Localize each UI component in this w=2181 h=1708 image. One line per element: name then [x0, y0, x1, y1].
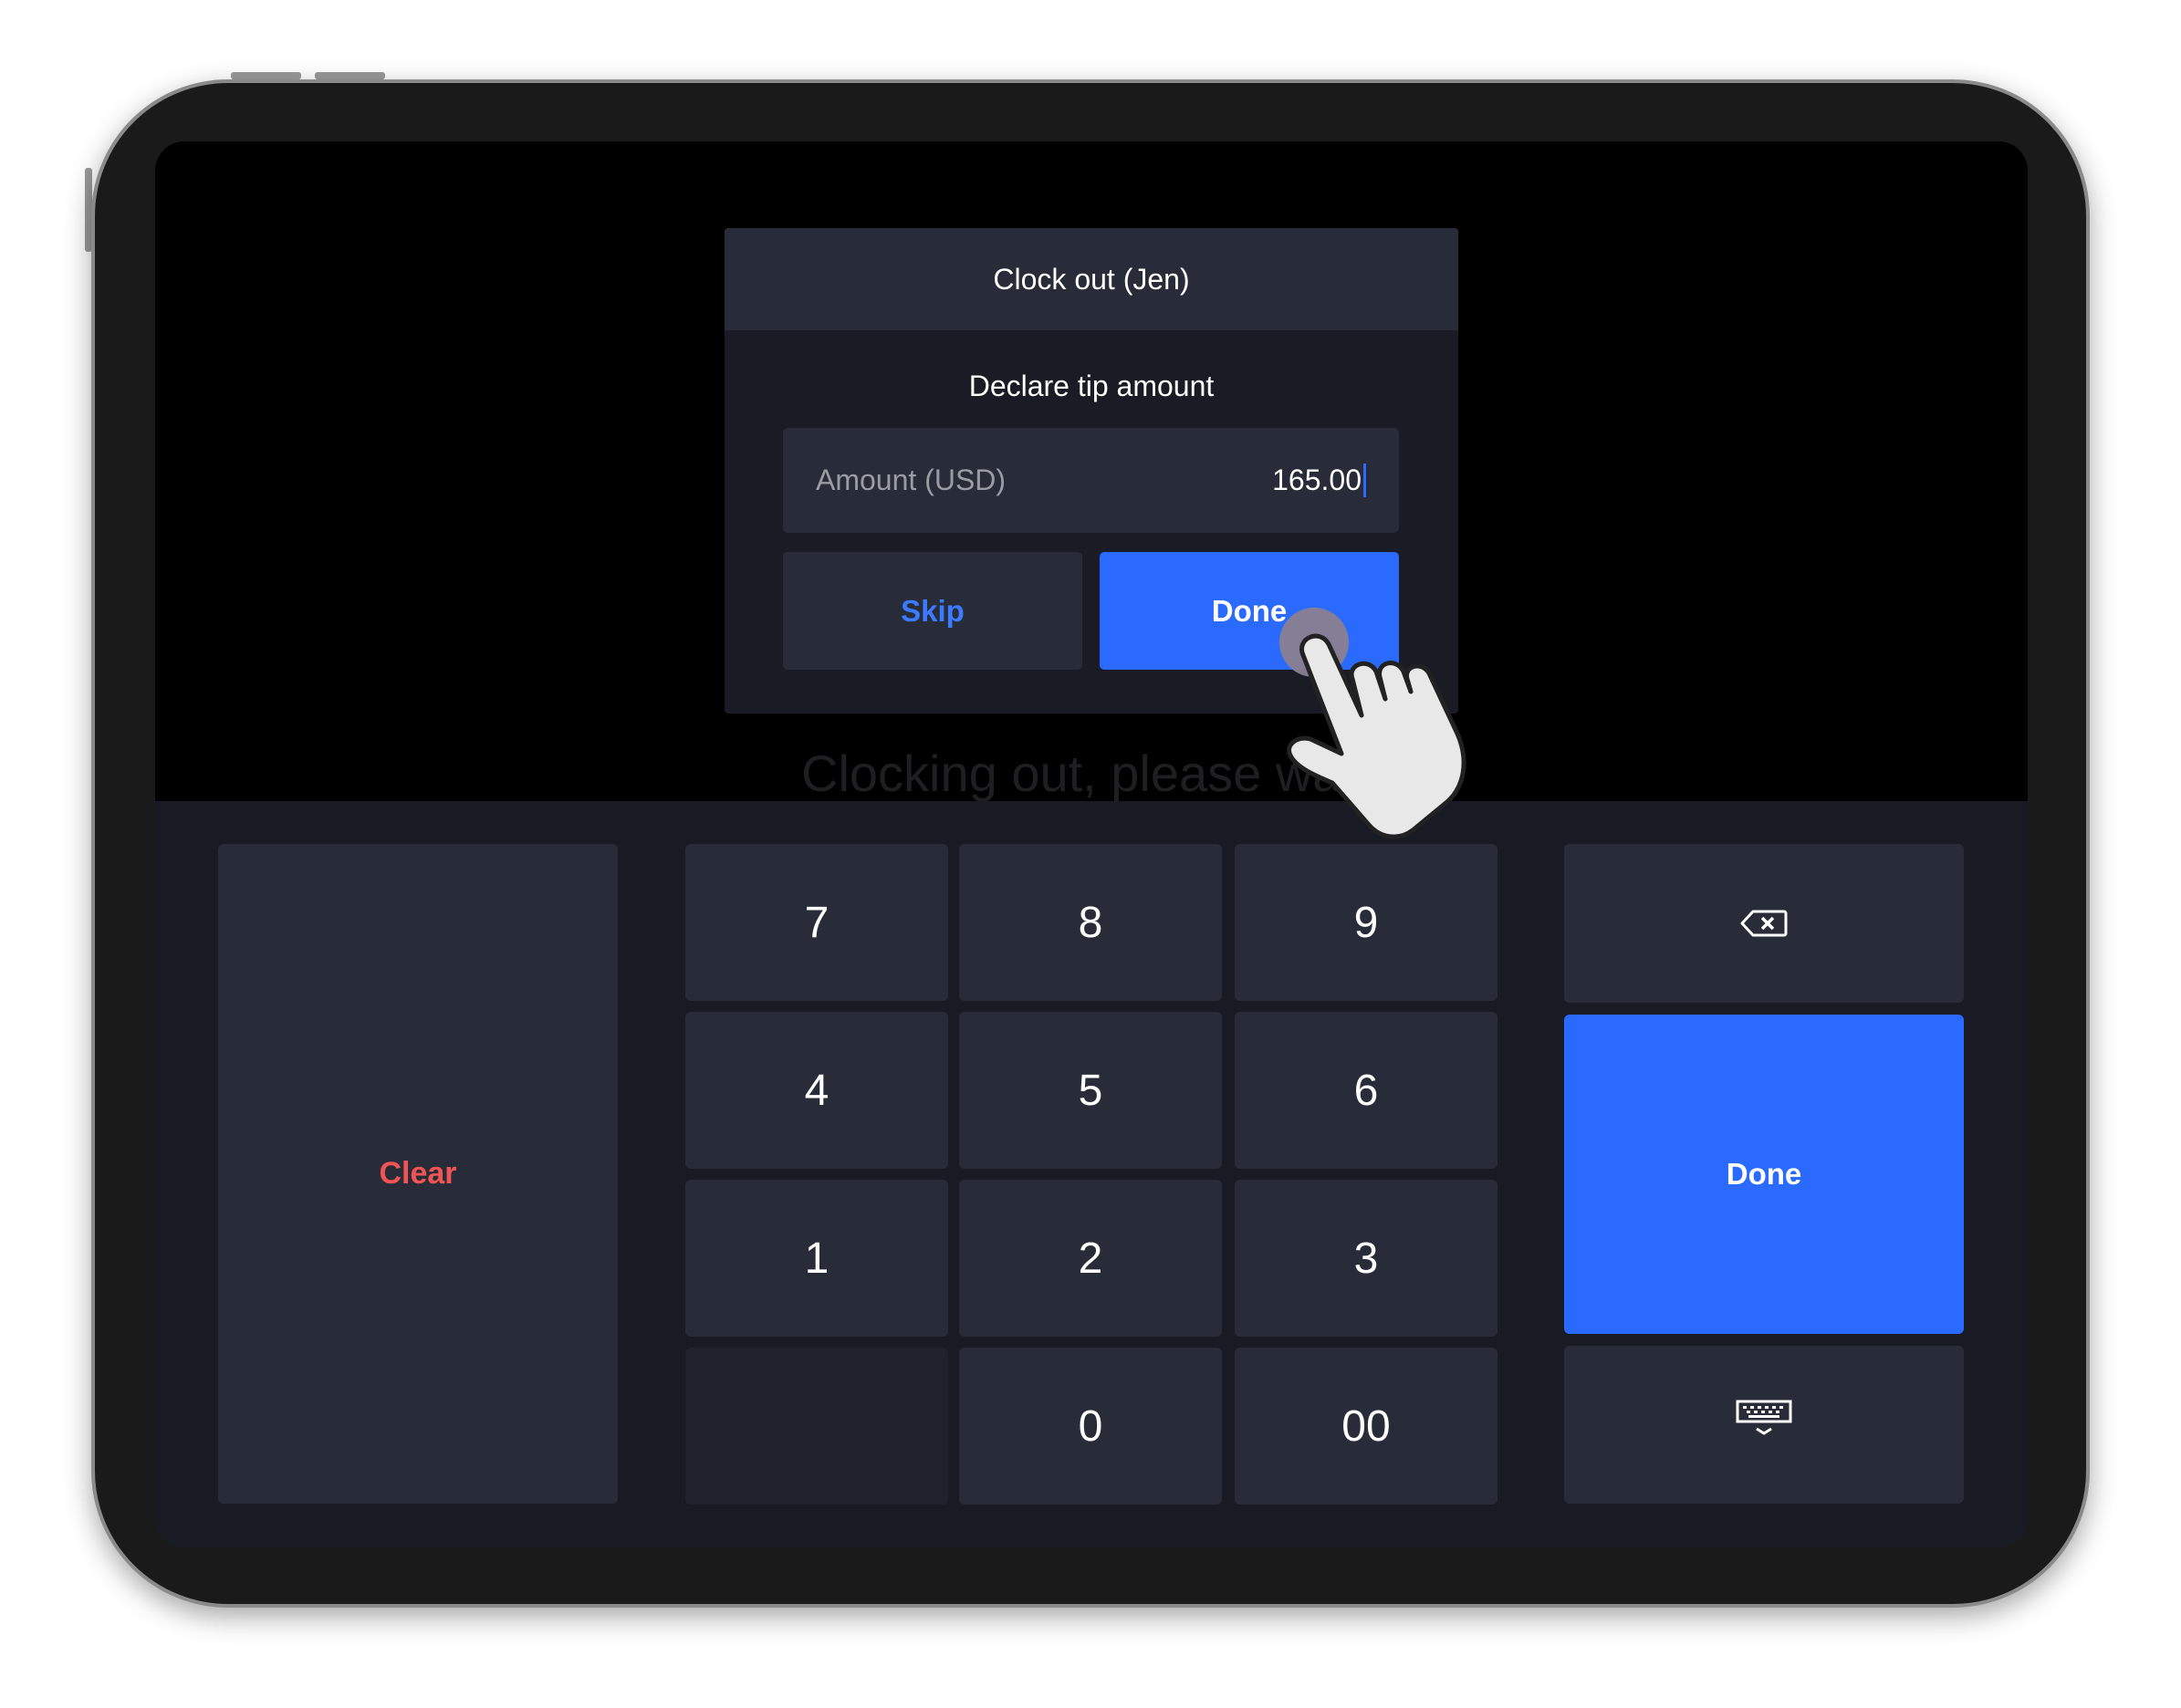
key-9[interactable]: 9 [1235, 844, 1497, 1001]
screen: Clocking out, please wait... Clock out (… [155, 141, 2028, 1547]
key-1[interactable]: 1 [685, 1180, 948, 1337]
keyboard-hide-icon [1736, 1400, 1792, 1435]
backspace-icon [1740, 910, 1788, 937]
backspace-button[interactable] [1564, 844, 1964, 1003]
clear-button[interactable]: Clear [218, 844, 618, 1504]
key-3[interactable]: 3 [1235, 1180, 1497, 1337]
key-6[interactable]: 6 [1235, 1012, 1497, 1169]
volume-down-button [315, 72, 385, 79]
amount-value: 165.00 [1272, 463, 1366, 497]
volume-up-button [231, 72, 301, 79]
amount-input[interactable]: Amount (USD) 165.00 [783, 428, 1399, 533]
tap-hand-cursor-icon [1279, 608, 1466, 839]
key-7[interactable]: 7 [685, 844, 948, 1001]
amount-label: Amount (USD) [816, 463, 1007, 496]
key-5[interactable]: 5 [959, 1012, 1222, 1169]
hide-keyboard-button[interactable] [1564, 1346, 1964, 1504]
empty-key [685, 1348, 948, 1505]
key-4[interactable]: 4 [685, 1012, 948, 1169]
key-2[interactable]: 2 [959, 1180, 1222, 1337]
key-00[interactable]: 00 [1235, 1348, 1497, 1505]
skip-button[interactable]: Skip [783, 552, 1082, 670]
dialog-subtitle: Declare tip amount [968, 370, 1215, 402]
dialog-title: Clock out (Jen) [725, 228, 1458, 330]
keypad-done-button[interactable]: Done [1564, 1015, 1964, 1334]
key-8[interactable]: 8 [959, 844, 1222, 1001]
key-0[interactable]: 0 [959, 1348, 1222, 1505]
